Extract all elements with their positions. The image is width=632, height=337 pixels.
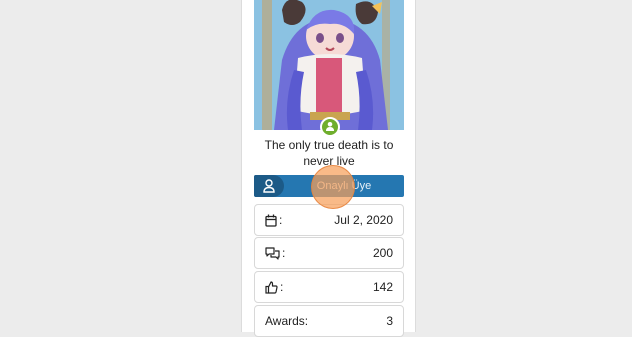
avatar-image: [254, 0, 404, 130]
stat-messages-label: :: [265, 238, 285, 268]
stat-awards: Awards: 3: [254, 305, 404, 337]
stat-reactions: : 142: [254, 271, 404, 303]
thumbs-up-icon: [265, 280, 278, 294]
stat-reactions-label: :: [265, 272, 283, 302]
user-icon: [254, 175, 284, 197]
user-title: The only true death is to never live: [264, 138, 394, 168]
comments-icon: [265, 246, 280, 260]
online-status-icon: [320, 117, 340, 137]
stat-messages: : 200: [254, 237, 404, 269]
stat-joined-label: :: [265, 205, 282, 235]
avatar[interactable]: [254, 0, 404, 130]
stat-messages-value: 200: [372, 246, 393, 260]
cursor-highlight: [311, 165, 355, 209]
stat-joined: : Jul 2, 2020: [254, 204, 404, 236]
stat-reactions-value: 142: [372, 280, 393, 294]
calendar-icon: [265, 214, 277, 227]
stat-joined-value: Jul 2, 2020: [334, 213, 393, 227]
